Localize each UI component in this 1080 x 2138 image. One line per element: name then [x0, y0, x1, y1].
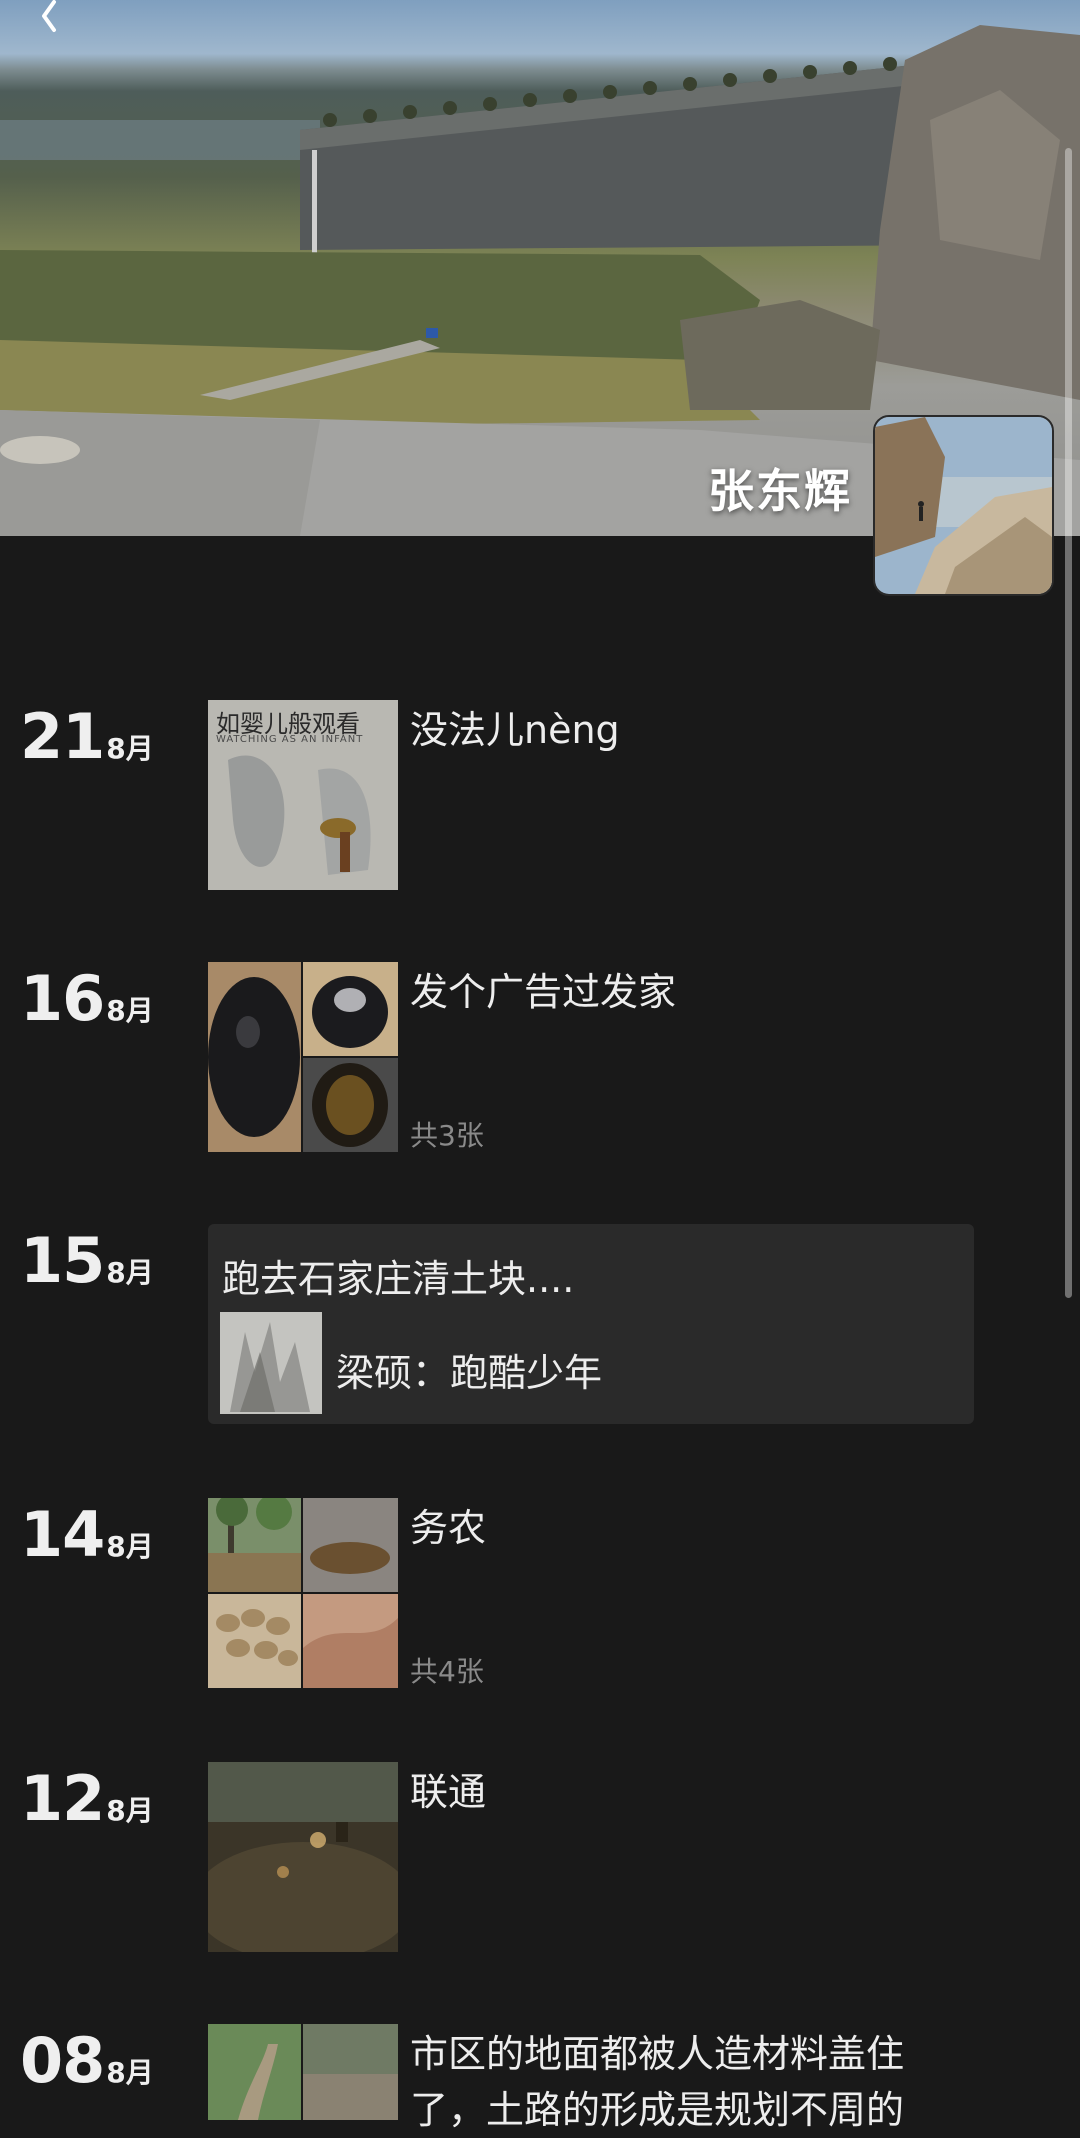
date-day: 08	[20, 2024, 105, 2097]
thumbnail-image	[208, 2024, 398, 2120]
date-day: 12	[20, 1762, 105, 1835]
shared-post-thumbnail	[220, 1312, 322, 1414]
scrollbar[interactable]	[1065, 148, 1072, 1298]
post-text: 发个广告过发家	[410, 970, 677, 1014]
date-day: 16	[20, 962, 105, 1035]
back-button[interactable]	[30, 0, 90, 40]
date-day: 21	[20, 700, 105, 773]
date-month: 8月	[106, 2056, 154, 2089]
post-date: 148月	[20, 1498, 154, 1571]
post-thumbnail[interactable]: 如婴儿般观看 WATCHING AS AN INFANT	[208, 700, 398, 890]
date-month: 8月	[106, 732, 154, 765]
photo-count: 共3张	[410, 1119, 484, 1152]
post-thumbnail[interactable]	[208, 2024, 398, 2120]
date-month: 8月	[106, 1794, 154, 1827]
post-date: 088月	[20, 2024, 154, 2097]
post-thumbnail[interactable]	[208, 1498, 398, 1688]
thumbnail-image	[208, 1762, 398, 1952]
photo-count: 共4张	[410, 1655, 484, 1688]
post-text-line: 了，土路的形成是规划不周的	[410, 2088, 905, 2132]
post-thumbnail[interactable]	[208, 962, 398, 1152]
avatar-image	[875, 417, 1052, 594]
post-text: 务农	[410, 1506, 487, 1550]
post-date: 128月	[20, 1762, 154, 1835]
thumbnail-caption-en: WATCHING AS AN INFANT	[216, 734, 364, 745]
post-text-line: 市区的地面都被人造材料盖住	[410, 2032, 905, 2076]
post-date: 218月	[20, 700, 154, 773]
date-day: 14	[20, 1498, 105, 1571]
post-text: 没法儿nèng	[410, 708, 620, 752]
shared-post-title: 跑去石家庄清土块....	[222, 1257, 575, 1301]
profile-name: 张东辉	[708, 464, 852, 518]
date-month: 8月	[106, 994, 154, 1027]
post-thumbnail[interactable]	[208, 1762, 398, 1952]
shared-post-card[interactable]: 跑去石家庄清土块.... 梁硕：跑酷少年	[208, 1224, 974, 1424]
post-date: 168月	[20, 962, 154, 1035]
thumbnail-image	[208, 1498, 398, 1688]
post-text: 联通	[410, 1770, 487, 1814]
thumbnail-image	[208, 962, 398, 1152]
date-day: 15	[20, 1224, 105, 1297]
post-date: 158月	[20, 1224, 154, 1297]
thumbnail-image	[220, 1312, 322, 1414]
post-text: 市区的地面都被人造材料盖住 了，土路的形成是规划不周的	[410, 2026, 904, 2138]
chevron-left-icon	[42, 0, 56, 32]
date-month: 8月	[106, 1256, 154, 1289]
avatar[interactable]	[873, 415, 1054, 596]
shared-post-source: 梁硕：跑酷少年	[336, 1351, 603, 1395]
date-month: 8月	[106, 1530, 154, 1563]
